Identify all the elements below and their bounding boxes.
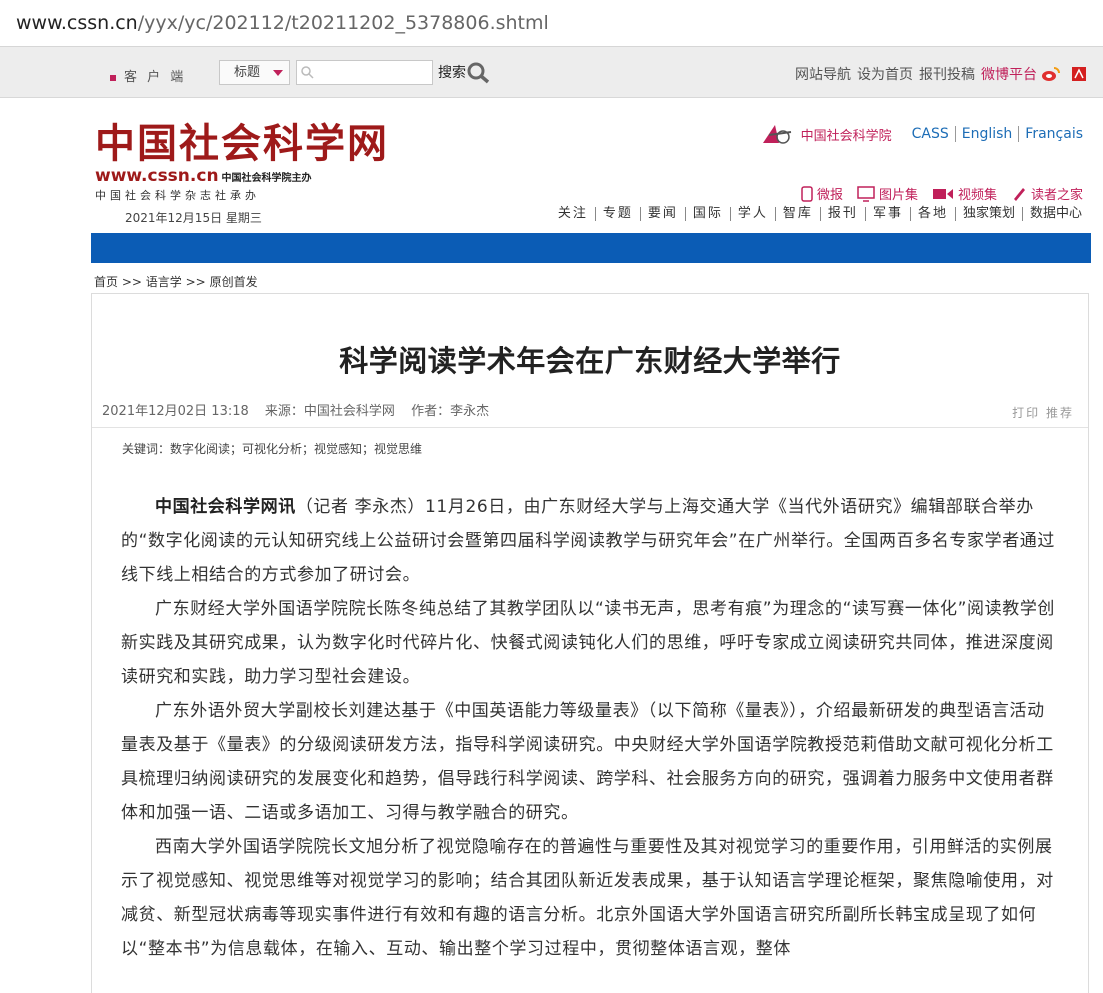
article-panel: 科学阅读学术年会在广东财经大学举行 2021年12月02日 13:18 来源：中… (91, 293, 1089, 993)
search-type-select[interactable]: 标题 (219, 60, 290, 85)
url-host: www.cssn.cn (16, 12, 138, 34)
address-bar[interactable]: www.cssn.cn/yyx/yc/202112/t20211202_5378… (0, 0, 1103, 47)
lang-english-link[interactable]: English (956, 126, 1020, 142)
nav-item[interactable]: 独家策划 (956, 207, 1023, 221)
readers-label: 读者之家 (1030, 188, 1083, 203)
search-button[interactable]: 搜索 (438, 62, 491, 84)
nav-item[interactable]: 各地 (911, 207, 956, 221)
phone-icon (801, 185, 813, 202)
paragraph: 西南大学外国语学院院长文旭分析了视觉隐喻存在的普遍性与重要性及其对视觉学习的重要… (121, 837, 1054, 959)
submit-article-link[interactable]: 报刊投稿 (919, 64, 975, 84)
video-label: 视频集 (957, 188, 997, 203)
magnifier-icon (467, 62, 490, 84)
main-nav: 关注 专题 要闻 国际 学人 智库 报刊 军事 各地 独家策划 数据中心 (551, 207, 1089, 221)
search-input[interactable] (296, 60, 433, 85)
paragraph: 广东财经大学外国语学院院长陈冬纯总结了其教学团队以“读书无声，思考有痕”为理念的… (121, 599, 1056, 687)
breadcrumb: 首页 >> 语言学 >> 原创首发 (94, 273, 258, 290)
site-logo[interactable]: 中国社会科学网 www.cssn.cn 中国社会科学院主办 中国社会科学杂志社承办… (95, 122, 389, 226)
divider (92, 427, 1088, 428)
weibo-link[interactable]: 微博平台 (981, 64, 1037, 84)
language-links: 中国社会科学院 CASS English Français (761, 123, 1083, 145)
readers-link[interactable]: 读者之家 (1011, 184, 1083, 203)
nav-item[interactable]: 专题 (596, 207, 641, 221)
article-datetime: 2021年12月02日 13:18 (102, 404, 249, 419)
cass-name-link[interactable]: 中国社会科学院 (801, 125, 892, 144)
article-meta: 2021年12月02日 13:18 来源：中国社会科学网 作者：李永杰 (102, 400, 501, 419)
gallery-link[interactable]: 图片集 (857, 184, 918, 203)
top-toolbar: 客 户 端 标题 搜索 网站导航 设为首页 报刊投稿 微博平台 (0, 47, 1103, 98)
pdf-icon[interactable] (1071, 66, 1087, 82)
video-camera-icon (932, 188, 953, 199)
nav-item[interactable]: 关注 (551, 207, 596, 221)
site-nav-link[interactable]: 网站导航 (795, 64, 851, 84)
client-label: 客 户 端 (124, 70, 187, 85)
client-link[interactable]: 客 户 端 (110, 66, 186, 85)
paragraph: 中国社会科学网讯（记者 李永杰）11月26日，由广东财经大学与上海交通大学《当代… (121, 490, 1059, 592)
square-bullet-icon (110, 74, 116, 81)
breadcrumb-separator: >> (121, 275, 142, 289)
logo-url: www.cssn.cn (95, 166, 219, 186)
microreport-label: 微报 (816, 188, 843, 203)
cass-logo-icon[interactable] (761, 123, 793, 145)
current-date: 2021年12月15日 星期三 (125, 211, 262, 225)
nav-item[interactable]: 国际 (686, 207, 731, 221)
weibo-icon[interactable] (1041, 66, 1061, 82)
set-homepage-link[interactable]: 设为首页 (857, 64, 913, 84)
article-source: 来源：中国社会科学网 (264, 404, 395, 419)
nav-item[interactable]: 军事 (866, 207, 911, 221)
lead-bold: 中国社会科学网讯 (155, 497, 296, 517)
url-path: /yyx/yc/202112/t20211202_5378806.shtml (137, 12, 549, 34)
blue-banner (91, 233, 1091, 263)
article-author: 作者：李永杰 (411, 404, 490, 419)
nav-item[interactable]: 学人 (731, 207, 776, 221)
breadcrumb-separator: >> (185, 275, 206, 289)
top-links: 网站导航 设为首页 报刊投稿 微博平台 (789, 64, 1087, 84)
lang-cass-link[interactable]: CASS (906, 126, 956, 142)
nav-item[interactable]: 智库 (776, 207, 821, 221)
nav-item[interactable]: 报刊 (821, 207, 866, 221)
logo-sponsor: 中国社会科学院主办 (221, 173, 312, 184)
monitor-icon (857, 185, 875, 202)
paragraph: 广东外语外贸大学副校长刘建达基于《中国英语能力等级量表》（以下简称《量表》），介… (121, 701, 1054, 823)
nav-item[interactable]: 要闻 (641, 207, 686, 221)
logo-subtitle: 中国社会科学杂志社承办 (95, 189, 260, 202)
media-links: 微报 图片集 视频集 读者之家 (801, 184, 1083, 203)
logo-title: 中国社会科学网 (95, 120, 389, 167)
breadcrumb-linguistics[interactable]: 语言学 (146, 275, 182, 289)
article-body: 中国社会科学网讯（记者 李永杰）11月26日，由广东财经大学与上海交通大学《当代… (121, 490, 1059, 966)
search-icon (301, 66, 314, 79)
pen-icon (1013, 187, 1025, 201)
search-button-label: 搜索 (438, 65, 466, 81)
article-title: 科学阅读学术年会在广东财经大学举行 (339, 344, 841, 378)
breadcrumb-original[interactable]: 原创首发 (210, 275, 258, 289)
gallery-label: 图片集 (878, 188, 918, 203)
video-link[interactable]: 视频集 (932, 184, 997, 203)
search-type-value: 标题 (234, 65, 261, 80)
lang-french-link[interactable]: Français (1019, 126, 1083, 142)
breadcrumb-home[interactable]: 首页 (94, 275, 118, 289)
dropdown-arrow-icon (273, 70, 283, 76)
nav-item[interactable]: 数据中心 (1023, 207, 1089, 221)
microreport-link[interactable]: 微报 (801, 184, 843, 203)
article-keywords: 关键词：数字化阅读；可视化分析；视觉感知；视觉思维 (122, 442, 423, 456)
print-recommend-tools[interactable]: 打印 推荐 (1012, 404, 1074, 421)
